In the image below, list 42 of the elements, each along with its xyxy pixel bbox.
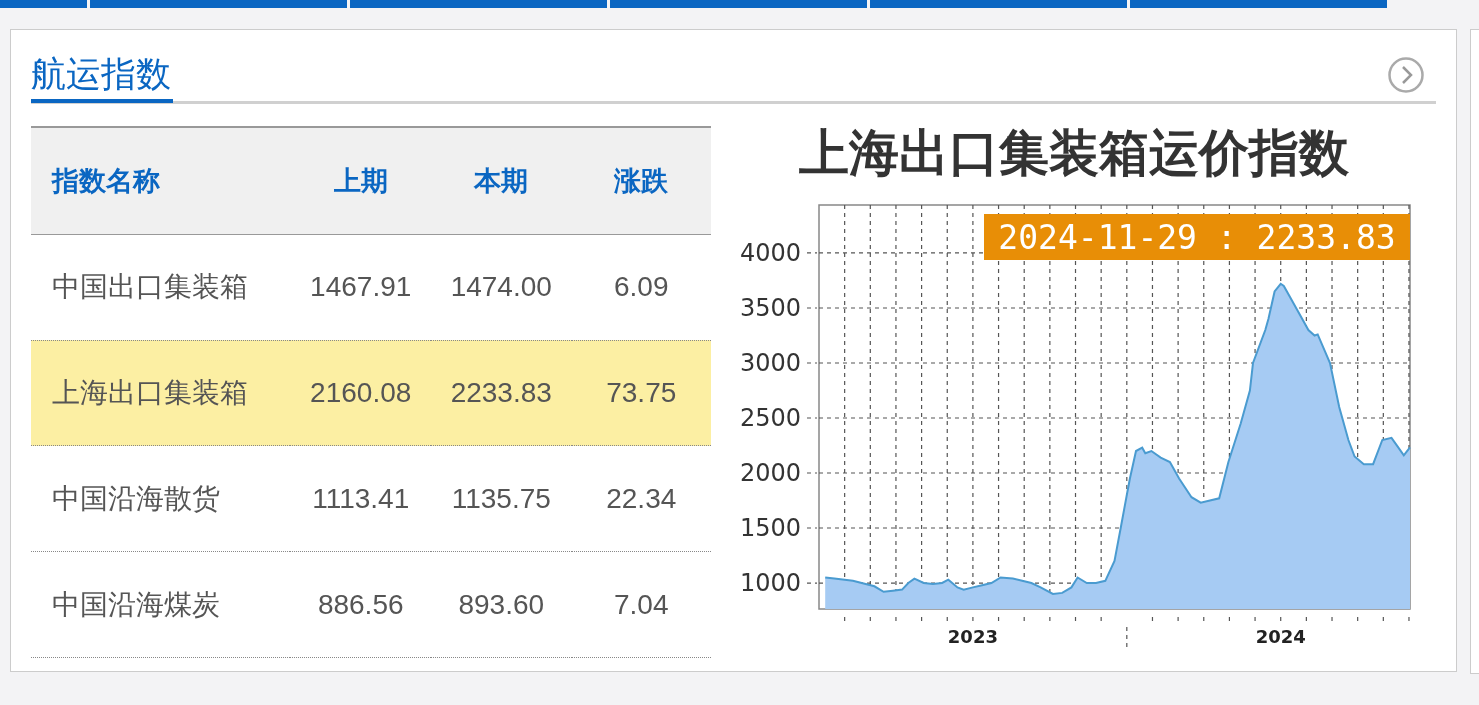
table-cell: 73.75: [606, 377, 677, 409]
table-cell: 1113.41: [312, 482, 410, 514]
table-cell: 1135.75: [451, 482, 551, 514]
y-axis-label: 4000: [739, 238, 801, 267]
table-cell: 中国出口集装箱: [52, 271, 248, 303]
table-cell: 22.34: [606, 482, 677, 514]
nav-tab[interactable]: [90, 0, 347, 8]
table-cell: 886.56: [317, 588, 404, 620]
x-axis-label: 2023: [947, 626, 998, 647]
y-axis-label: 2500: [739, 404, 801, 432]
column-header: 上期: [290, 127, 431, 235]
panel-title: 航运指数: [31, 49, 173, 103]
table-cell: 2160.08: [310, 377, 412, 409]
x-axis-label: 2024: [1255, 626, 1306, 647]
y-axis-label: 1500: [739, 514, 801, 542]
y-axis-label: 3500: [739, 294, 801, 322]
table-cell: 6.09: [614, 271, 669, 303]
nav-tab[interactable]: [870, 0, 1127, 8]
chart-title: 上海出口集装箱运价指数: [799, 123, 1349, 182]
table-row[interactable]: 中国沿海散货 1113.41 1135.75 22.34: [31, 445, 711, 552]
table-cell: 上海出口集装箱: [52, 377, 248, 409]
table-cell: 中国沿海煤炭: [52, 588, 220, 620]
column-header: 本期: [431, 127, 572, 235]
y-axis-label: 1000: [739, 569, 801, 598]
column-header: 指数名称: [31, 127, 291, 235]
chevron-right-circle-icon[interactable]: [1388, 56, 1424, 93]
nav-tab[interactable]: [1130, 0, 1387, 8]
column-header: 涨跌: [571, 127, 711, 235]
nav-tab[interactable]: [610, 0, 867, 8]
table-cell: 1474.00: [450, 271, 552, 303]
table-row[interactable]: 上海出口集装箱 2160.08 2233.83 73.75: [31, 340, 711, 446]
table-row[interactable]: 中国沿海煤炭 886.56 893.60 7.04: [31, 551, 711, 658]
table-cell: 1467.91: [310, 271, 412, 303]
table-cell: 2233.83: [450, 377, 552, 409]
table-cell: 中国沿海散货: [52, 482, 220, 514]
y-axis-label: 3000: [739, 349, 801, 377]
table-cell: 893.60: [458, 588, 545, 620]
value-callout: 2024-11-29 : 2233.83: [984, 214, 1410, 260]
annotation: 2024-11-29 : 2233.83: [998, 218, 1396, 257]
table-cell: 7.04: [614, 588, 669, 620]
y-axis-label: 2000: [739, 459, 801, 487]
nav-tab[interactable]: [350, 0, 607, 8]
